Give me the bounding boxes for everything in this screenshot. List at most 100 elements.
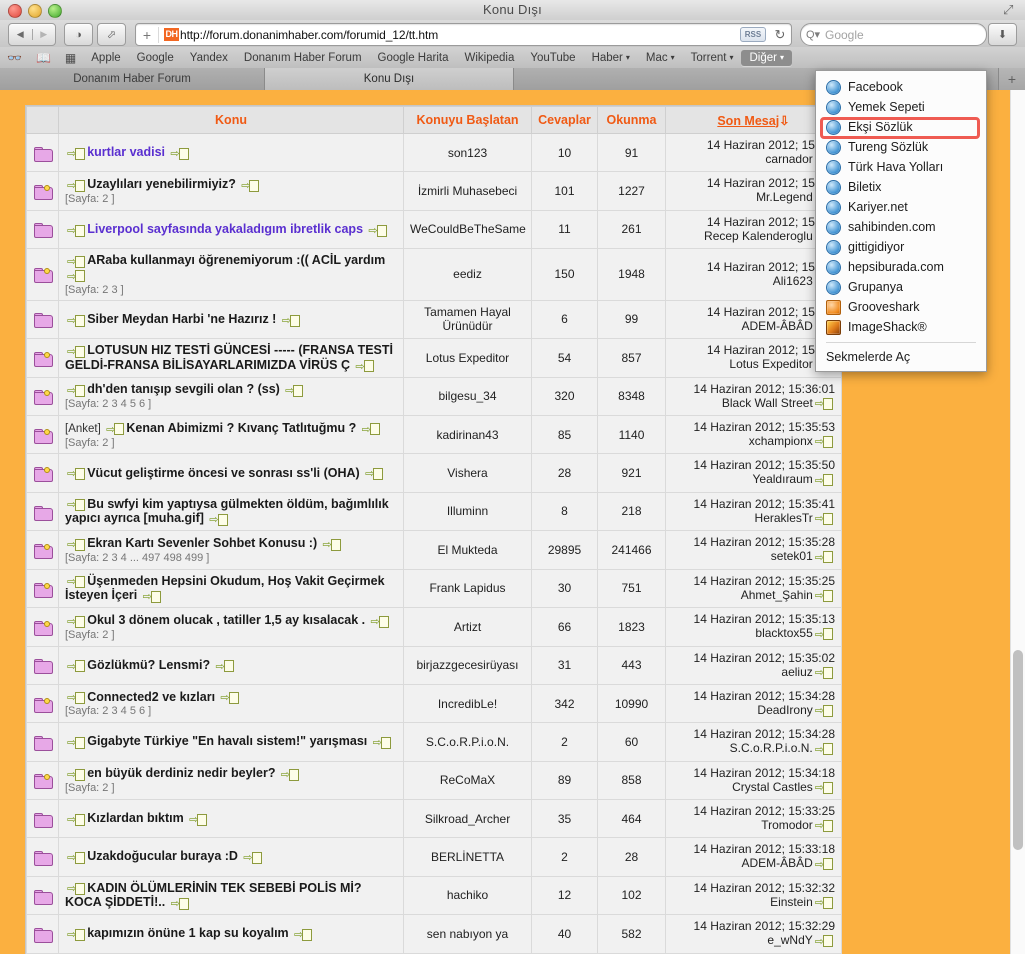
goto-post-icon[interactable]: ⇨	[67, 690, 86, 704]
tab-konu-disi[interactable]: Konu Dışı	[265, 68, 514, 90]
menu-item-imageshack[interactable]: ImageShack®	[816, 317, 986, 337]
goto-post-icon[interactable]: ⇨	[815, 473, 833, 488]
goto-post-icon[interactable]: ⇨	[67, 767, 86, 781]
goto-post-icon[interactable]: ⇨	[815, 434, 833, 449]
menu-item-kariyer-net[interactable]: Kariyer.net	[816, 197, 986, 217]
goto-post-icon[interactable]: ⇨	[209, 512, 228, 526]
thread-author-cell[interactable]: Vishera	[403, 453, 532, 493]
table-row[interactable]: ⇨ ARaba kullanmayı öğrenemiyorum :(( ACİL…	[26, 247, 842, 301]
column-header-okunma[interactable]: Okunma	[597, 106, 666, 134]
thread-last-post-cell[interactable]: 14 Haziran 2012; 15:35:28 setek01 ⇨	[665, 530, 842, 570]
column-header-cevaplar[interactable]: Cevaplar	[531, 106, 598, 134]
bookmark-wikipedia[interactable]: Wikipedia	[457, 50, 523, 66]
bookmark-donanim-haber-forum[interactable]: Donanım Haber Forum	[236, 50, 370, 66]
add-bookmark-icon[interactable]: +	[136, 26, 159, 43]
goto-post-icon[interactable]: ⇨	[67, 269, 86, 283]
table-row[interactable]: ⇨ Uzaylıları yenebilirmiyiz? ⇨ [Sayfa: 2 ]…	[26, 171, 842, 211]
menu-item-tureng-s-zl-k[interactable]: Tureng Sözlük	[816, 137, 986, 157]
thread-title-link[interactable]: Gigabyte Türkiye "En havalı sistem!" yar…	[87, 734, 367, 748]
column-header-konuyu-baslatan[interactable]: Konuyu Başlatan	[403, 106, 532, 134]
thread-last-post-cell[interactable]: 14 Haziran 2012; 15:36:01 Black Wall Stre…	[665, 376, 842, 416]
address-bar[interactable]: + DH http://forum.donanimhaber.com/forum…	[135, 23, 792, 46]
table-row[interactable]: ⇨ Okul 3 dönem olucak , tatiller 1,5 ay k…	[26, 607, 842, 647]
thread-author-cell[interactable]: hachiko	[403, 875, 532, 916]
goto-post-icon[interactable]: ⇨	[365, 466, 384, 480]
page-links[interactable]: [Sayfa: 2 3 4 5 6 ]	[65, 705, 397, 717]
thread-title-cell[interactable]: ⇨ KADIN ÖLÜMLERİNİN TEK SEBEBİ POLİS Mİ? …	[58, 875, 404, 916]
table-row[interactable]: ⇨ KADIN ÖLÜMLERİNİN TEK SEBEBİ POLİS Mİ? …	[26, 875, 842, 916]
goto-post-icon[interactable]: ⇨	[67, 927, 86, 941]
thread-author-cell[interactable]: Artizt	[403, 607, 532, 647]
goto-post-icon[interactable]: ⇨	[815, 588, 833, 603]
table-row[interactable]: [Anket] ⇨ Kenan Abimizmi ? Kıvanç Tatlıtu…	[26, 414, 842, 455]
reload-icon[interactable]: ↻	[769, 27, 791, 43]
goto-post-icon[interactable]: ⇨	[815, 742, 833, 757]
goto-post-icon[interactable]: ⇨	[815, 895, 833, 910]
menu-item-hepsiburada-com[interactable]: hepsiburada.com	[816, 257, 986, 277]
menu-item-ek-i-s-zl-k[interactable]: Ekşi Sözlük	[816, 117, 986, 137]
bookmark-torrent[interactable]: Torrent ▾	[683, 50, 742, 66]
goto-post-icon[interactable]: ⇨	[815, 627, 833, 642]
thread-title-link[interactable]: Ekran Kartı Sevenler Sohbet Konusu :)	[87, 536, 317, 550]
table-row[interactable]: ⇨ Uzakdoğucular buraya :D ⇨ BERLİNETTA 2 28 1…	[26, 837, 842, 877]
tab-donanim-haber-forum[interactable]: Donanım Haber Forum	[0, 68, 265, 90]
table-row[interactable]: ⇨ LOTUSUN HIZ TESTİ GÜNCESİ ----- (FRANSA…	[26, 337, 842, 378]
thread-last-post-cell[interactable]: 14 Haziran 2012; 15:33:25 Tromodor ⇨	[665, 798, 842, 839]
goto-post-icon[interactable]: ⇨	[815, 396, 833, 411]
thread-author-cell[interactable]: ReCoMaX	[403, 760, 532, 800]
thread-title-cell[interactable]: ⇨ Okul 3 dönem olucak , tatiller 1,5 ay k…	[58, 607, 404, 647]
goto-post-icon[interactable]: ⇨	[67, 497, 86, 511]
menu-item-yemek-sepeti[interactable]: Yemek Sepeti	[816, 97, 986, 117]
thread-title-cell[interactable]: ⇨ en büyük derdiniz nedir beyler? ⇨ [Sayfa…	[58, 760, 404, 800]
goto-post-icon[interactable]: ⇨	[373, 735, 391, 749]
table-row[interactable]: ⇨ kapımızın önüne 1 kap su koyalım ⇨ sen n…	[26, 914, 842, 954]
thread-title-link[interactable]: Kızlardan bıktım	[87, 811, 184, 825]
table-row[interactable]: ⇨ Gözlükmü? Lensmi? ⇨ birjazzgecesirüyası 3…	[26, 645, 842, 685]
glasses-icon[interactable]: 👓	[0, 50, 29, 66]
goto-post-icon[interactable]: ⇨	[67, 466, 86, 480]
goto-post-icon[interactable]: ⇨	[67, 223, 86, 237]
goto-post-icon[interactable]: ⇨	[67, 850, 86, 864]
downloads-icon[interactable]: ⬇	[988, 23, 1017, 46]
thread-author-cell[interactable]: Frank Lapidus	[403, 568, 532, 609]
table-row[interactable]: ⇨ Liverpool sayfasında yakaladıgım ibretl…	[26, 209, 842, 249]
goto-post-icon[interactable]: ⇨	[285, 383, 304, 397]
thread-title-cell[interactable]: ⇨ Connected2 ve kızları ⇨ [Sayfa: 2 3 4 5 …	[58, 683, 404, 724]
goto-post-icon[interactable]: ⇨	[322, 537, 341, 551]
thread-title-cell[interactable]: ⇨ Ekran Kartı Sevenler Sohbet Konusu :) ⇨…	[58, 530, 404, 570]
goto-post-icon[interactable]: ⇨	[294, 927, 313, 941]
rss-icon[interactable]: RSS	[740, 27, 766, 42]
reader-icon[interactable]: ◑	[64, 23, 93, 46]
table-row[interactable]: ⇨ Bu swfyi kim yaptıysa gülmekten öldüm, …	[26, 491, 842, 532]
thread-last-post-cell[interactable]: 14 Haziran 2012; 15:33:18 ADEM-ÂBÂD ⇨	[665, 837, 842, 877]
table-row[interactable]: ⇨ dh'den tanışıp sevgili olan ? (ss) ⇨ [Sa…	[26, 376, 842, 416]
book-icon[interactable]: 📖	[29, 50, 58, 66]
thread-author-cell[interactable]: kadirinan43	[403, 414, 532, 455]
search-icon[interactable]: Q▾	[801, 28, 825, 41]
fullscreen-icon[interactable]: ⤢	[1003, 3, 1017, 17]
page-links[interactable]: [Sayfa: 2 ]	[65, 629, 397, 641]
goto-post-icon[interactable]: ⇨	[67, 178, 86, 192]
goto-post-icon[interactable]: ⇨	[815, 857, 833, 872]
goto-post-icon[interactable]: ⇨	[216, 659, 234, 673]
goto-post-icon[interactable]: ⇨	[67, 659, 86, 673]
back-icon[interactable]: ◀	[9, 29, 32, 40]
thread-title-cell[interactable]: ⇨ ARaba kullanmayı öğrenemiyorum :(( ACİL…	[58, 247, 404, 301]
thread-author-cell[interactable]: S.C.o.R.P.i.o.N.	[403, 722, 532, 762]
bookmark-diger[interactable]: Diğer ▾	[741, 49, 792, 66]
thread-last-post-cell[interactable]: 14 Haziran 2012; 15:32:32 Einstein ⇨	[665, 875, 842, 916]
goto-post-icon[interactable]: ⇨	[281, 767, 300, 781]
table-row[interactable]: ⇨ Vücut geliştirme öncesi ve sonrası ss'l…	[26, 453, 842, 493]
thread-title-cell[interactable]: ⇨ Vücut geliştirme öncesi ve sonrası ss'l…	[58, 453, 404, 493]
page-links[interactable]: [Sayfa: 2 3 4 ... 497 498 499 ]	[65, 552, 397, 564]
goto-post-icon[interactable]: ⇨	[170, 146, 189, 160]
thread-title-link[interactable]: Kenan Abimizmi ? Kıvanç Tatlıtuğmu ?	[126, 421, 356, 435]
goto-post-icon[interactable]: ⇨	[368, 223, 387, 237]
thread-last-post-cell[interactable]: 14 Haziran 2012; 15:34:18 Crystal Castles…	[665, 760, 842, 800]
goto-post-icon[interactable]: ⇨	[370, 614, 389, 628]
goto-post-icon[interactable]: ⇨	[67, 537, 86, 551]
share-icon[interactable]: ⬀	[97, 23, 126, 46]
bookmark-google-harita[interactable]: Google Harita	[370, 50, 457, 66]
thread-title-link[interactable]: LOTUSUN HIZ TESTİ GÜNCESİ ----- (FRANSA …	[65, 343, 393, 372]
goto-post-icon[interactable]: ⇨	[243, 850, 262, 864]
